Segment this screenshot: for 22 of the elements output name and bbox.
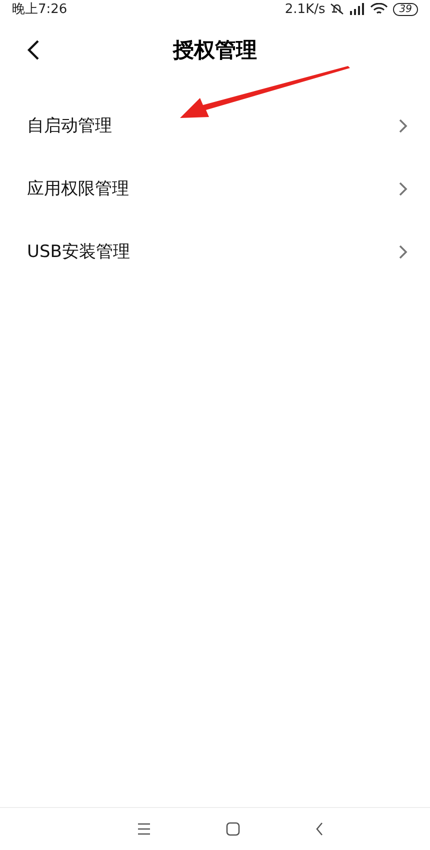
chevron-right-icon [398, 118, 408, 134]
page-title: 授权管理 [173, 37, 257, 64]
signal-icon [349, 3, 366, 15]
mute-bell-icon [330, 3, 344, 15]
home-button[interactable] [226, 822, 240, 836]
menu-button[interactable] [136, 823, 150, 835]
menu-item[interactable]: 自启动管理 [0, 94, 430, 157]
wifi-icon [370, 3, 388, 15]
network-speed: 2.1K/s [284, 2, 326, 16]
menu-item[interactable]: USB安装管理 [0, 220, 430, 283]
chevron-right-icon [398, 180, 408, 196]
menu-item-label: 自启动管理 [27, 115, 113, 137]
battery-level: 39 [393, 2, 418, 16]
menu-item-label: USB安装管理 [27, 241, 131, 263]
menu-item[interactable]: 应用权限管理 [0, 157, 430, 220]
back-button[interactable] [314, 822, 324, 836]
square-icon [226, 822, 240, 836]
menu-item-label: 应用权限管理 [27, 178, 130, 200]
back-icon [314, 822, 324, 836]
chevron-right-icon [398, 244, 408, 260]
status-time: 晚上7:26 [12, 1, 68, 18]
menu-icon [136, 823, 150, 835]
